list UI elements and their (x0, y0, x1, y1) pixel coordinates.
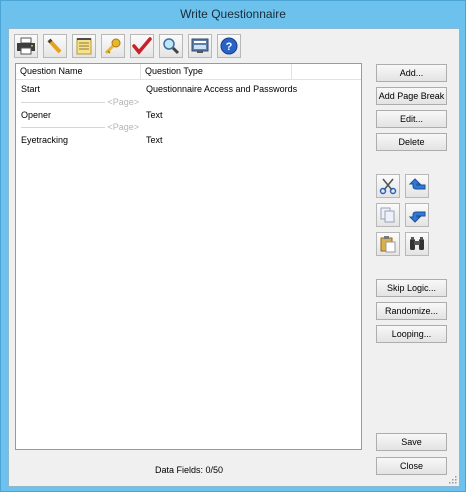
preview-button[interactable] (159, 34, 183, 58)
questionnaire-window: Write Questionnaire ? Question Name Ques… (0, 0, 466, 492)
move-up-button[interactable] (405, 174, 429, 198)
question-name: Start (21, 84, 41, 94)
page-break[interactable]: <Page> (21, 97, 139, 107)
question-name: Eyetracking (21, 135, 69, 145)
test-button[interactable] (188, 34, 212, 58)
dialog-body: ? Question Name Question Type Start Ques… (8, 28, 460, 487)
page-break-label: <Page> (107, 97, 139, 107)
move-down-icon (408, 211, 426, 223)
move-up-icon (408, 178, 426, 190)
edit-script-button[interactable] (43, 34, 67, 58)
resize-grip-icon[interactable] (449, 476, 457, 484)
page-break-line (21, 102, 105, 103)
question-type: Text (146, 110, 163, 120)
help-button[interactable]: ? (217, 34, 241, 58)
question-name: Opener (21, 110, 52, 120)
passwords-button[interactable] (101, 34, 125, 58)
list-header: Question Name Question Type (16, 64, 361, 80)
notepad-icon (76, 38, 92, 55)
paste-icon (380, 236, 396, 253)
close-button[interactable]: Close (376, 457, 447, 475)
question-type: Questionnaire Access and Passwords (146, 84, 298, 94)
copy-button[interactable] (376, 203, 400, 227)
cut-button[interactable] (376, 174, 400, 198)
test-screen-icon (191, 38, 209, 53)
data-fields-status: Data Fields: 0/50 (154, 465, 224, 475)
checkmark-icon (132, 37, 152, 55)
copy-icon (380, 207, 395, 223)
column-header-question-name[interactable]: Question Name (16, 64, 141, 79)
question-type: Text (146, 135, 163, 145)
print-button[interactable] (14, 34, 38, 58)
paste-button[interactable] (376, 232, 400, 256)
svg-text:?: ? (226, 41, 233, 53)
save-button[interactable]: Save (376, 433, 447, 451)
add-button[interactable]: Add... (376, 64, 447, 82)
magnifier-icon (163, 38, 180, 55)
cut-icon (379, 178, 397, 195)
find-binoculars-icon (410, 237, 424, 250)
window-title: Write Questionnaire (180, 7, 286, 21)
print-icon (17, 37, 35, 55)
help-icon: ? (220, 37, 238, 55)
looping-button[interactable]: Looping... (376, 325, 447, 343)
edit-button[interactable]: Edit... (376, 110, 447, 128)
page-break[interactable]: <Page> (21, 122, 139, 132)
page-break-line (21, 127, 105, 128)
pencil-icon (47, 38, 62, 54)
find-button[interactable] (405, 232, 429, 256)
randomize-button[interactable]: Randomize... (376, 302, 447, 320)
question-list[interactable]: Question Name Question Type Start Questi… (15, 63, 362, 450)
add-page-break-button[interactable]: Add Page Break (376, 87, 447, 105)
check-button[interactable] (130, 34, 154, 58)
page-break-label: <Page> (107, 122, 139, 132)
skip-logic-button[interactable]: Skip Logic... (376, 279, 447, 297)
notes-button[interactable] (72, 34, 96, 58)
delete-button[interactable]: Delete (376, 133, 447, 151)
column-header-question-type[interactable]: Question Type (141, 64, 292, 79)
key-icon (104, 38, 121, 55)
move-down-button[interactable] (405, 203, 429, 227)
